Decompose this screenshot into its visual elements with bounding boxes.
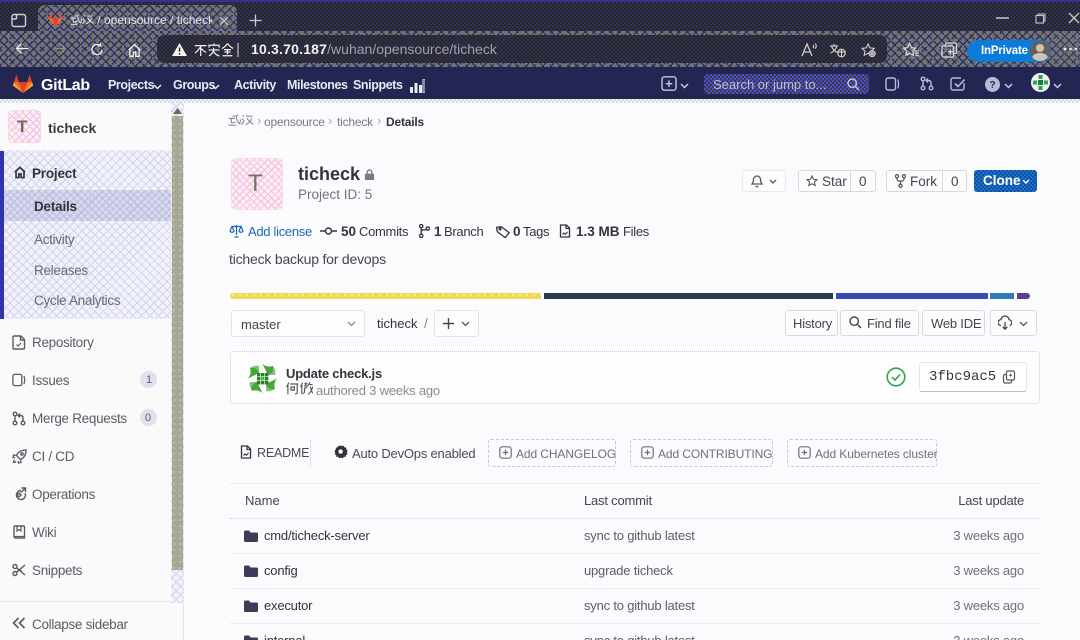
svg-text:?: ? — [989, 80, 995, 91]
